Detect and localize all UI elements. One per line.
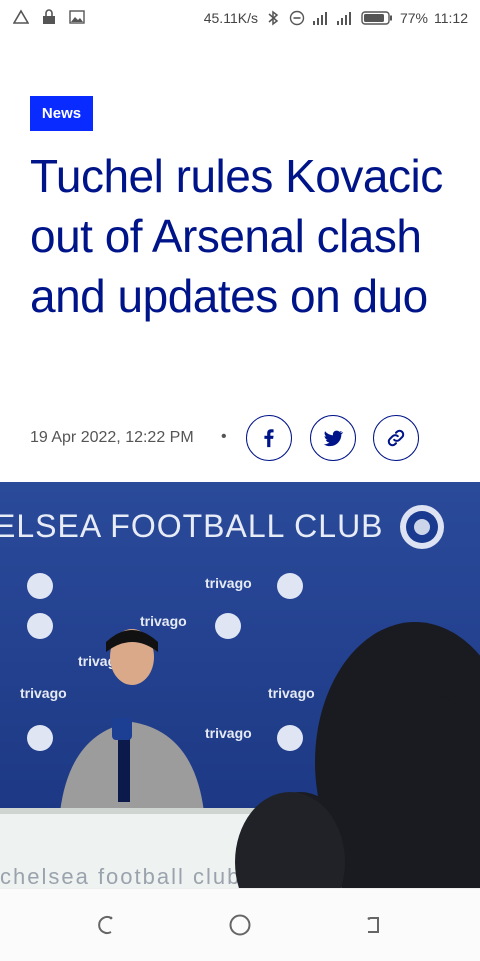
sponsor-logo-text: trivago <box>20 685 67 701</box>
dnd-icon <box>288 9 306 27</box>
backdrop-title: ELSEA FOOTBALL CLUB <box>0 508 384 544</box>
share-twitter-button[interactable] <box>310 415 356 461</box>
recents-button[interactable] <box>360 911 388 939</box>
back-icon <box>98 916 113 934</box>
sponsor-logo-text: trivago <box>205 725 252 741</box>
share-facebook-button[interactable] <box>246 415 292 461</box>
signal-icon <box>336 9 354 27</box>
home-icon <box>229 914 251 936</box>
bluetooth-icon <box>264 9 282 27</box>
club-crest <box>400 505 444 549</box>
twitter-icon <box>323 430 344 447</box>
article-photo: ELSEA FOOTBALL CLUB trivago trivago trivag… <box>0 482 480 888</box>
status-bar: 45.11K/s 77% 11:12 <box>0 0 480 36</box>
signal-icon <box>312 9 330 27</box>
lock-icon <box>40 8 58 26</box>
battery-icon <box>360 9 394 27</box>
warning-icon <box>12 8 30 26</box>
crest-icon <box>27 613 53 639</box>
crest-icon <box>277 725 303 751</box>
meta-separator: • <box>221 428 227 445</box>
link-icon <box>387 429 405 447</box>
desk-text: chelsea football club <box>0 864 241 888</box>
home-button[interactable] <box>226 911 254 939</box>
crest-icon <box>27 573 53 599</box>
copy-link-button[interactable] <box>373 415 419 461</box>
sponsor-logo-text: trivago <box>140 613 187 629</box>
article-headline: Tuchel rules Kovacic out of Arsenal clas… <box>30 150 443 322</box>
back-button[interactable] <box>93 911 121 939</box>
crest-icon <box>215 613 241 639</box>
image-icon <box>68 8 86 26</box>
crest-icon <box>27 725 53 751</box>
facebook-icon <box>264 429 274 448</box>
sponsor-logo-text: trivago <box>205 575 252 591</box>
network-speed: 45.11K/s <box>203 10 258 26</box>
battery-percent: 77% <box>399 10 428 26</box>
crest-icon <box>277 573 303 599</box>
article-date: 19 Apr 2022, 12:22 PM <box>30 429 194 446</box>
sponsor-logo-text: trivago <box>268 685 315 701</box>
category-badge[interactable]: News <box>30 96 93 131</box>
recents-icon <box>367 917 379 933</box>
system-nav-bar <box>0 888 480 961</box>
clock: 11:12 <box>434 10 468 26</box>
